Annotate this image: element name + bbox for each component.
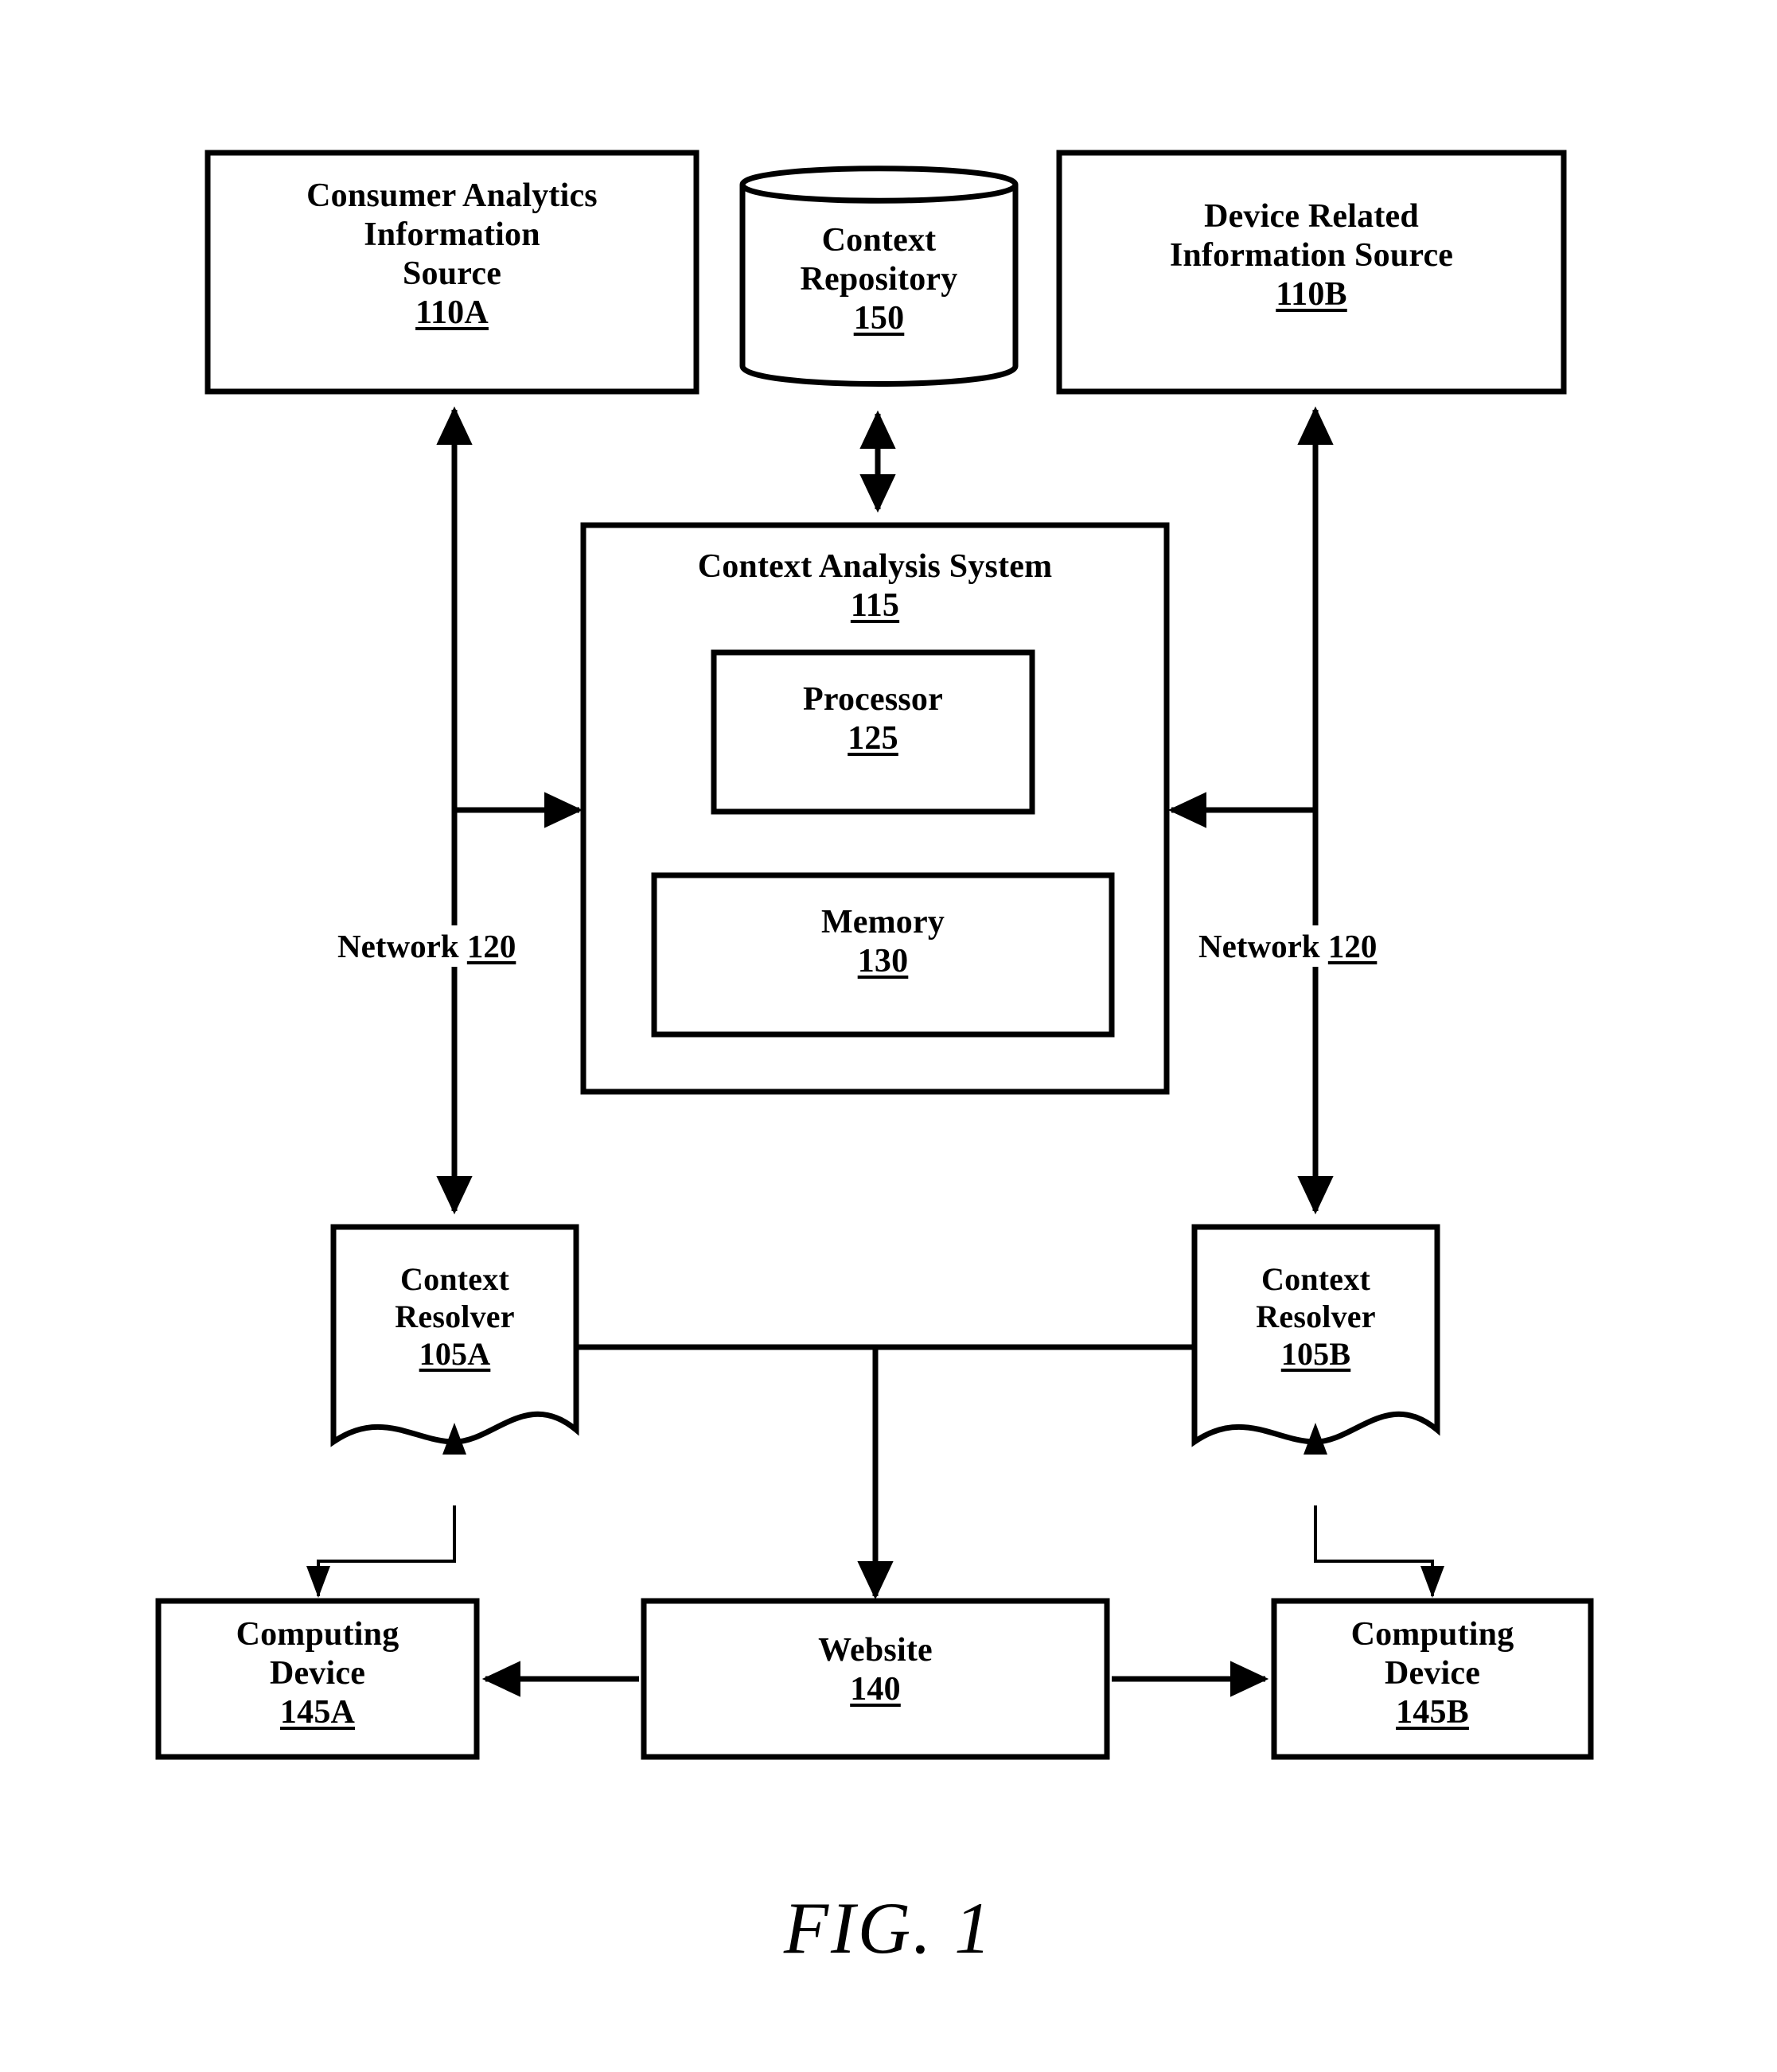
node-ref-105a: 105A bbox=[419, 1335, 491, 1372]
edge-computing-device-b-to-resolver-b bbox=[1314, 1505, 1434, 1596]
node-ref-150: 150 bbox=[853, 300, 905, 337]
node-label-context-analysis-system: Context Analysis System 115 bbox=[591, 547, 1159, 625]
label-line: Consumer Analytics bbox=[306, 177, 598, 214]
label-line: Information bbox=[364, 216, 540, 254]
node-label-device-related: Device Related Information Source 110B bbox=[1067, 197, 1556, 314]
node-ref-110a: 110A bbox=[415, 294, 489, 332]
node-ref-140: 140 bbox=[850, 1671, 901, 1708]
node-ref-110b: 110B bbox=[1276, 276, 1347, 314]
node-label-computing-device-a: Computing Device 145A bbox=[158, 1615, 477, 1732]
network-right-text: Network bbox=[1198, 928, 1328, 964]
node-label-consumer-analytics: Consumer Analytics Information Source 11… bbox=[224, 177, 680, 333]
node-ref-145b: 145B bbox=[1396, 1694, 1469, 1731]
label-line: Device bbox=[269, 1655, 366, 1692]
node-label-memory: Memory 130 bbox=[654, 903, 1112, 981]
edge-label-network-left: Network 120 bbox=[333, 925, 521, 967]
label-line: Processor bbox=[803, 681, 943, 718]
node-ref-115: 115 bbox=[850, 587, 900, 625]
label-line: Repository bbox=[800, 261, 958, 298]
label-line: Context Analysis System bbox=[697, 548, 1053, 585]
node-label-context-repository: Context Repository 150 bbox=[742, 221, 1015, 338]
label-line: Context bbox=[400, 1261, 509, 1297]
node-ref-145a: 145A bbox=[279, 1694, 356, 1731]
node-label-website: Website 140 bbox=[644, 1631, 1107, 1709]
arrowhead-computing-device-a-inbound bbox=[306, 1566, 330, 1598]
label-line: Context bbox=[1261, 1261, 1370, 1297]
edge-label-network-right: Network 120 bbox=[1194, 925, 1382, 967]
node-ref-125: 125 bbox=[848, 720, 898, 758]
label-line: Context bbox=[821, 222, 937, 259]
label-line: Computing bbox=[236, 1616, 399, 1653]
node-label-context-resolver-b: Context Resolver 105B bbox=[1194, 1261, 1437, 1373]
label-line: Resolver bbox=[395, 1298, 515, 1334]
network-left-ref: 120 bbox=[466, 928, 516, 964]
label-line: Device Related bbox=[1204, 198, 1419, 235]
label-line: Device bbox=[1384, 1655, 1481, 1692]
node-ref-130: 130 bbox=[857, 943, 909, 980]
arrowhead-computing-device-b-inbound bbox=[1420, 1566, 1444, 1598]
label-line: Memory bbox=[820, 904, 945, 941]
network-right-ref: 120 bbox=[1327, 928, 1378, 964]
figure-page: resolver 105A top --> resolver 105B top … bbox=[0, 0, 1777, 2072]
edge-computing-device-a-to-resolver-a bbox=[317, 1505, 456, 1596]
label-line: Resolver bbox=[1256, 1298, 1376, 1334]
label-line: Computing bbox=[1350, 1616, 1514, 1653]
label-line: Information Source bbox=[1169, 237, 1454, 275]
label-line: Source bbox=[402, 255, 502, 293]
node-ref-105b: 105B bbox=[1280, 1335, 1351, 1372]
node-label-processor: Processor 125 bbox=[714, 680, 1032, 758]
node-label-context-resolver-a: Context Resolver 105A bbox=[333, 1261, 576, 1373]
network-left-text: Network bbox=[337, 928, 467, 964]
figure-caption: FIG. 1 bbox=[783, 1887, 994, 1969]
node-label-computing-device-b: Computing Device 145B bbox=[1274, 1615, 1591, 1732]
label-line: Website bbox=[818, 1632, 933, 1669]
